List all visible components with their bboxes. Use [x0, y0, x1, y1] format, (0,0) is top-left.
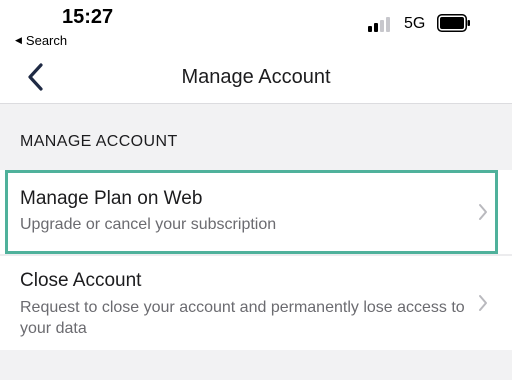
manage-plan-subtitle: Upgrade or cancel your subscription — [20, 216, 277, 233]
top-bar: 15:27 ◀ Search 5G Manage Account — [0, 0, 512, 104]
chevron-right-icon — [479, 295, 487, 311]
network-type: 5G — [404, 15, 426, 32]
status-time: 15:27 — [62, 6, 114, 28]
status-back-link[interactable]: ◀ Search — [15, 33, 67, 48]
status-back-label: Search — [25, 33, 68, 48]
battery-icon — [437, 14, 471, 32]
close-account-title: Close Account — [20, 270, 142, 291]
close-account-subtitle: Request to close your account and perman… — [20, 299, 465, 337]
close-account-row[interactable]: Close Account Request to close your acco… — [0, 256, 512, 350]
page-title: Manage Account — [181, 66, 331, 88]
manage-plan-row[interactable]: Manage Plan on Web Upgrade or cancel you… — [0, 170, 512, 254]
selection-highlight — [5, 170, 498, 254]
signal-strength-icon — [368, 16, 390, 32]
chevron-right-icon — [479, 204, 487, 220]
back-triangle-icon: ◀ — [15, 35, 22, 45]
manage-plan-title: Manage Plan on Web — [20, 188, 203, 209]
section-header: MANAGE ACCOUNT — [20, 133, 178, 150]
